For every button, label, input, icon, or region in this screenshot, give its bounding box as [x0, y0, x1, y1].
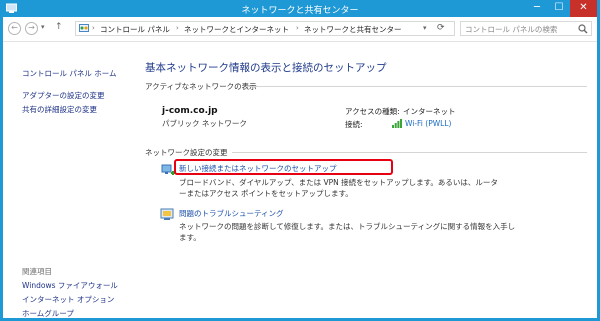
breadcrumb-separator: ›: [176, 24, 179, 32]
new-connection-description: ブロードバンド、ダイヤルアップ、または VPN 接続をセットアップします。あるい…: [179, 178, 498, 198]
address-dropdown-icon[interactable]: ▾: [423, 24, 427, 32]
search-icon[interactable]: [578, 24, 588, 34]
forward-button[interactable]: →: [25, 22, 38, 35]
maximize-button[interactable]: ☐: [548, 0, 570, 17]
recent-locations-button[interactable]: ▾: [41, 23, 45, 31]
title-bar[interactable]: ネットワークと共有センター ─ ☐ ✕: [0, 0, 600, 17]
sidebar-link-windows-firewall[interactable]: Windows ファイアウォール: [22, 280, 118, 291]
main-panel: 基本ネットワーク情報の表示と接続のセットアップ アクティブなネットワークの表示 …: [131, 42, 597, 318]
refresh-icon[interactable]: ⟳: [437, 23, 445, 33]
window-frame: ネットワークと共有センター ─ ☐ ✕ ← → ▾ ↑ › コントロール パネル…: [0, 0, 600, 321]
breadcrumb-network-internet[interactable]: ネットワークとインターネット: [184, 24, 289, 35]
breadcrumb-separator: ›: [296, 24, 299, 32]
address-bar[interactable]: › コントロール パネル › ネットワークとインターネット › ネットワークと共…: [75, 21, 455, 36]
search-placeholder: コントロール パネルの検索: [465, 25, 558, 34]
wifi-connection-link[interactable]: Wi-Fi (PWLL): [405, 119, 451, 128]
breadcrumb-control-panel[interactable]: コントロール パネル: [100, 24, 170, 35]
sidebar: コントロール パネル ホーム アダプターの設定の変更 共有の詳細設定の変更 関連…: [3, 42, 131, 318]
section-divider: [249, 86, 587, 87]
minimize-button[interactable]: ─: [526, 0, 548, 17]
search-box[interactable]: コントロール パネルの検索: [460, 21, 592, 36]
highlight-box: [174, 159, 393, 175]
related-items-heading: 関連項目: [22, 267, 52, 276]
window-title: ネットワークと共有センター: [241, 6, 359, 16]
access-type-value: インターネット: [403, 107, 456, 116]
access-type-label: アクセスの種類:: [345, 107, 400, 116]
sidebar-link-control-panel-home[interactable]: コントロール パネル ホーム: [22, 68, 117, 79]
breadcrumb-network-sharing-center[interactable]: ネットワークと共有センター: [304, 24, 402, 35]
page-title: 基本ネットワーク情報の表示と接続のセットアップ: [145, 62, 387, 74]
troubleshoot-description: ネットワークの問題を診断して修復します。または、トラブルシューティングに関する情…: [179, 222, 516, 242]
section-divider: [232, 152, 587, 153]
active-networks-heading: アクティブなネットワークの表示: [145, 82, 257, 91]
sidebar-link-homegroup[interactable]: ホームグループ: [22, 308, 74, 319]
wifi-signal-icon: [392, 119, 402, 128]
troubleshoot-icon: [160, 208, 174, 220]
close-button[interactable]: ✕: [570, 0, 597, 17]
back-button[interactable]: ←: [8, 22, 21, 35]
up-button[interactable]: ↑: [55, 22, 63, 32]
window-content: ← → ▾ ↑ › コントロール パネル › ネットワークとインターネット › …: [3, 17, 597, 318]
connection-label: 接続:: [345, 120, 363, 129]
network-type[interactable]: パブリック ネットワーク: [162, 118, 247, 129]
troubleshoot-link[interactable]: 問題のトラブルシューティング: [179, 208, 284, 219]
sidebar-link-internet-options[interactable]: インターネット オプション: [22, 294, 114, 305]
change-settings-heading: ネットワーク設定の変更: [145, 148, 228, 157]
control-panel-icon: [79, 24, 89, 32]
navigation-bar: ← → ▾ ↑ › コントロール パネル › ネットワークとインターネット › …: [3, 17, 597, 42]
network-name: j-com.co.jp: [162, 106, 218, 116]
sidebar-link-adapter-settings[interactable]: アダプターの設定の変更: [22, 90, 105, 101]
sidebar-link-advanced-sharing[interactable]: 共有の詳細設定の変更: [22, 104, 97, 115]
breadcrumb-separator: ›: [92, 24, 95, 32]
